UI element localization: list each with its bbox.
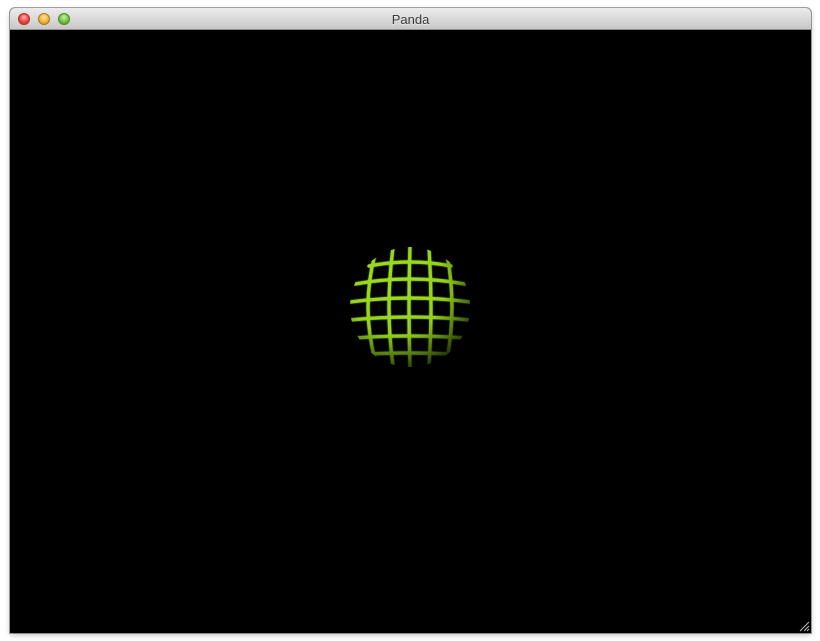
title-bar[interactable]: Panda [10, 8, 811, 30]
resize-grip-icon[interactable] [798, 620, 810, 632]
green-grid-sphere [350, 247, 470, 367]
render-viewport[interactable] [10, 30, 811, 633]
window-title: Panda [391, 12, 430, 27]
app-window: Panda [10, 8, 811, 633]
